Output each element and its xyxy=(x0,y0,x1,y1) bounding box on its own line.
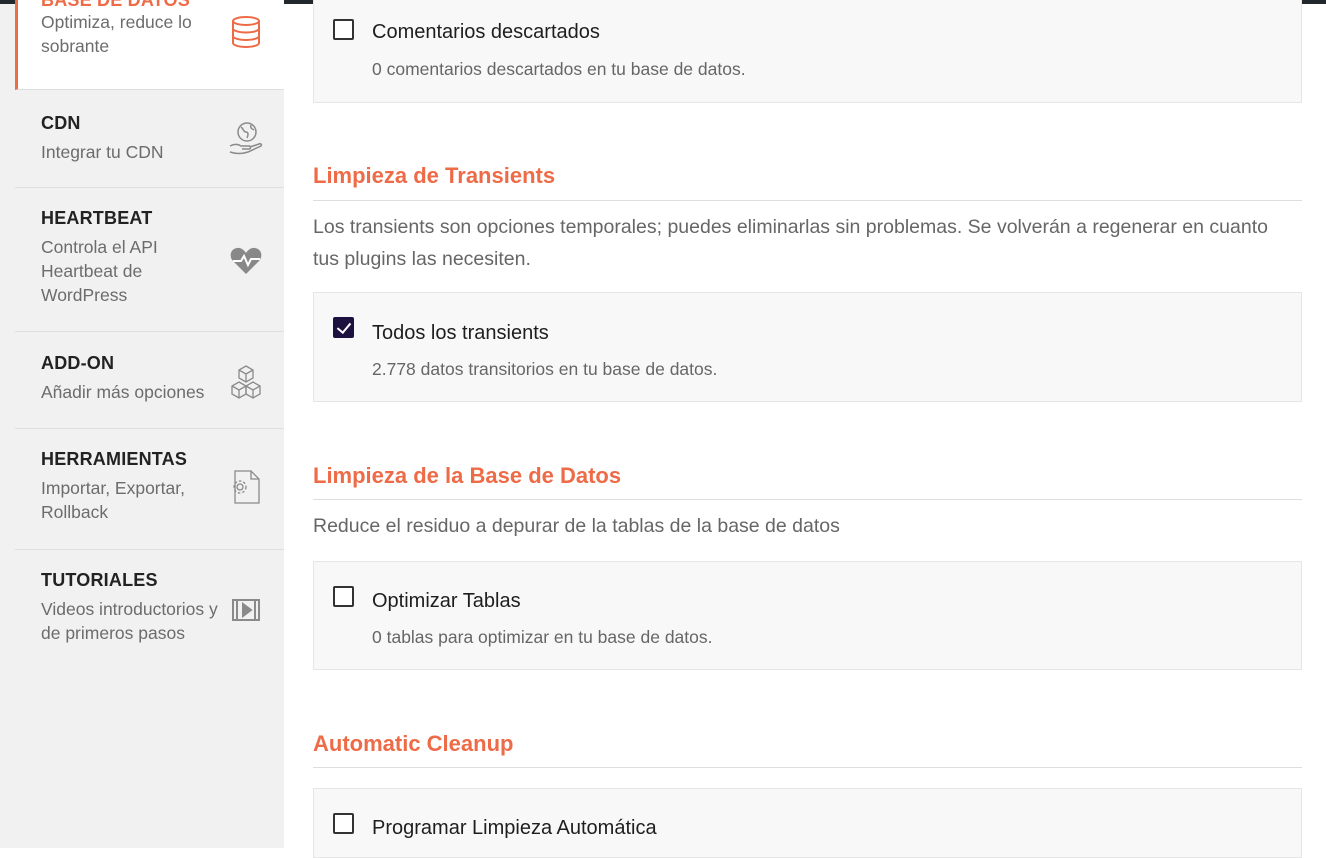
section-title-database: Limpieza de la Base de Datos xyxy=(313,463,622,488)
option-label: Optimizar Tablas xyxy=(372,590,521,612)
sidebar-item-add-on[interactable]: ADD-ON Añadir más opciones xyxy=(15,332,284,429)
sidebar-item-desc: Videos introductorios y de primeros paso… xyxy=(41,599,218,643)
sidebar-item-desc: Controla el API Heartbeat de WordPress xyxy=(41,237,158,305)
option-label: Programar Limpieza Automática xyxy=(372,817,657,839)
section-divider xyxy=(313,200,1302,201)
option-desc: 0 comentarios descartados en tu base de … xyxy=(372,59,746,79)
sidebar-item-herramientas[interactable]: HERRAMIENTAS Importar, Exportar, Rollbac… xyxy=(15,429,284,550)
sidebar-item-desc: Integrar tu CDN xyxy=(41,142,164,162)
globe-hand-icon xyxy=(228,120,264,156)
option-label: Todos los transients xyxy=(372,322,549,344)
file-gear-icon xyxy=(228,469,264,505)
option-card-tables: Optimizar Tablas 0 tablas para optimizar… xyxy=(313,561,1302,670)
sidebar-item-title: HEARTBEAT xyxy=(41,208,153,228)
sidebar-item-title: HERRAMIENTAS xyxy=(41,449,188,469)
sidebar-item-title: TUTORIALES xyxy=(41,570,158,590)
section-desc-database: Reduce el residuo a depurar de la tablas… xyxy=(313,515,840,537)
sidebar-item-heartbeat[interactable]: HEARTBEAT Controla el API Heartbeat de W… xyxy=(15,188,284,332)
option-label: Comentarios descartados xyxy=(372,21,600,43)
database-icon xyxy=(228,14,264,50)
section-title-automatic: Automatic Cleanup xyxy=(313,731,514,756)
sidebar-item-base-de-datos[interactable]: BASE DE DATOS Optimiza, reduce lo sobran… xyxy=(15,0,284,90)
sidebar-item-cdn[interactable]: CDN Integrar tu CDN xyxy=(15,90,284,188)
spam-checkbox[interactable] xyxy=(333,19,354,40)
option-card-transients: Todos los transients 2.778 datos transit… xyxy=(313,292,1302,402)
video-icon xyxy=(228,592,264,628)
option-card-spam: Comentarios descartados 0 comentarios de… xyxy=(313,0,1302,103)
heartbeat-icon xyxy=(228,243,264,279)
section-divider xyxy=(313,499,1302,500)
option-desc: 0 tablas para optimizar en tu base de da… xyxy=(372,627,713,647)
main-content: Comentarios descartados 0 comentarios de… xyxy=(313,0,1302,858)
section-title-transients: Limpieza de Transients xyxy=(313,163,556,188)
auto-cleanup-checkbox[interactable] xyxy=(333,813,354,834)
section-desc-transients: Los transients son opciones temporales; … xyxy=(313,216,1268,270)
cubes-icon xyxy=(228,364,264,400)
sidebar-item-desc: Optimiza, reduce lo sobrante xyxy=(41,12,192,56)
sidebar-item-tutoriales[interactable]: TUTORIALES Videos introductorios y de pr… xyxy=(15,550,284,670)
option-desc: 2.778 datos transitorios en tu base de d… xyxy=(372,359,718,379)
section-divider xyxy=(313,767,1302,768)
sidebar-item-title: BASE DE DATOS xyxy=(41,0,284,8)
transients-checkbox[interactable] xyxy=(333,317,354,338)
sidebar: BASE DE DATOS Optimiza, reduce lo sobran… xyxy=(0,0,284,848)
sidebar-item-desc: Importar, Exportar, Rollback xyxy=(41,478,185,522)
sidebar-item-desc: Añadir más opciones xyxy=(41,382,205,402)
optimize-tables-checkbox[interactable] xyxy=(333,586,354,607)
